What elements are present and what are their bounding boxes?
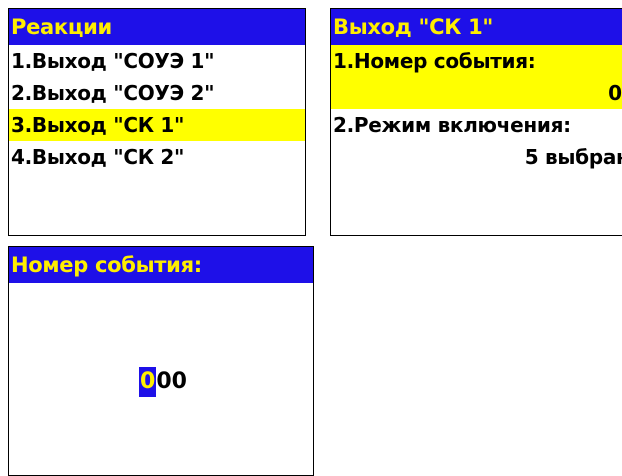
menu-item-output-soue-2[interactable]: 2.Выход "СОУЭ 2" — [9, 77, 305, 109]
param-switch-mode-value: 5 выбрано — [524, 145, 622, 169]
menu-item-output-soue-1[interactable]: 1.Выход "СОУЭ 1" — [9, 45, 305, 77]
reactions-title: Реакции — [9, 9, 305, 45]
event-number-screen: Номер события: 000 — [8, 246, 314, 476]
output-settings-screen: Выход "СК 1" 1.Номер события: 000 2.Режи… — [330, 8, 622, 236]
event-number-input[interactable]: 000 — [139, 367, 187, 397]
menu-item-output-sk-1[interactable]: 3.Выход "СК 1" — [9, 109, 305, 141]
reactions-screen: Реакции 1.Выход "СОУЭ 1" 2.Выход "СОУЭ 2… — [8, 8, 306, 236]
remaining-digits: 00 — [156, 369, 187, 394]
param-event-number-value: 000 — [608, 81, 622, 105]
param-switch-mode[interactable]: 2.Режим включения: 5 выбрано — [331, 109, 622, 173]
param-event-number[interactable]: 1.Номер события: 000 — [331, 45, 622, 109]
param-event-number-label: 1.Номер события: — [333, 49, 536, 73]
param-switch-mode-label: 2.Режим включения: — [333, 113, 571, 137]
output-title: Выход "СК 1" — [331, 9, 622, 45]
cursor-digit[interactable]: 0 — [139, 367, 157, 397]
event-number-title: Номер события: — [9, 247, 313, 283]
menu-item-output-sk-2[interactable]: 4.Выход "СК 2" — [9, 141, 305, 173]
